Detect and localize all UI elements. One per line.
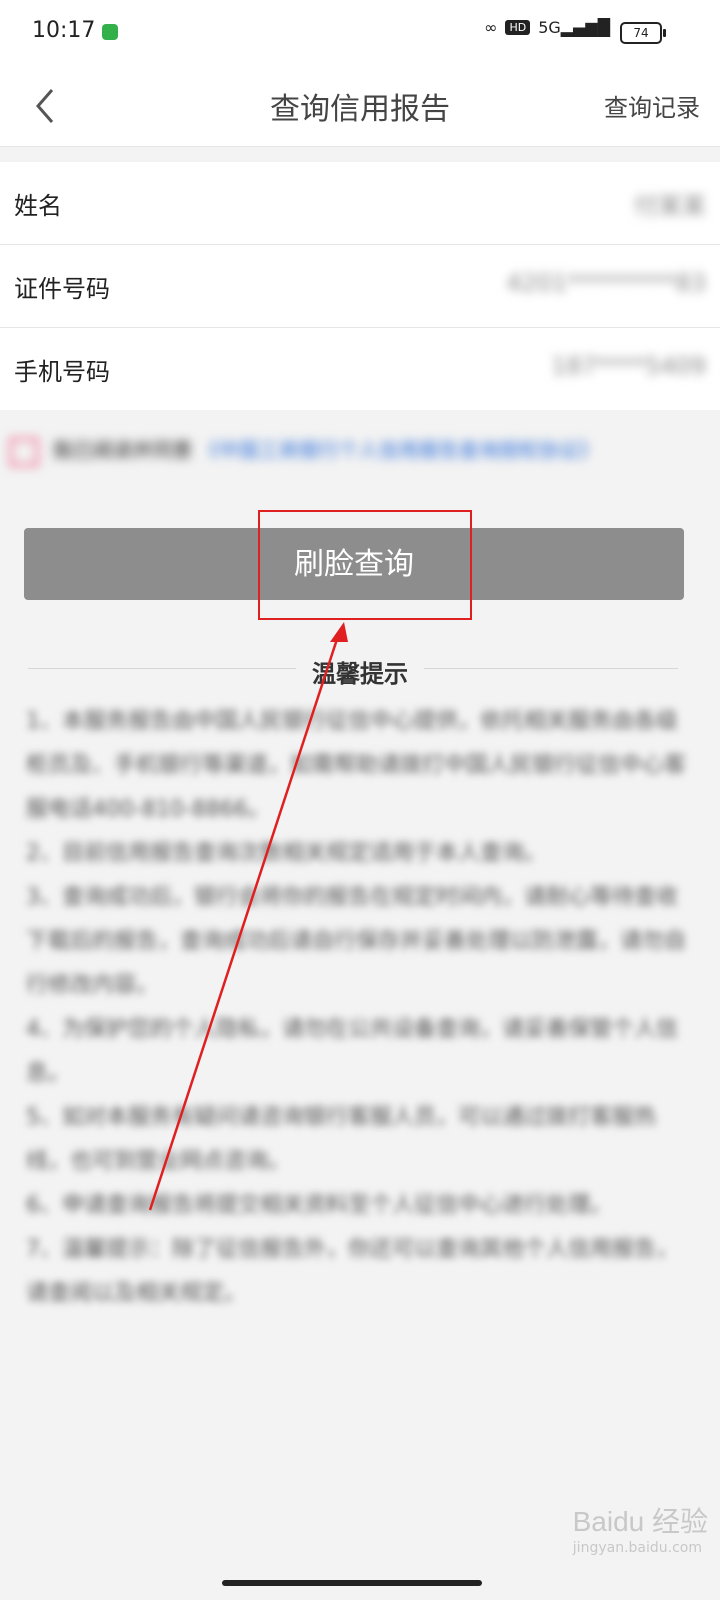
agreement-text: 我已阅读并同意 [52,438,193,462]
id-label: 证件号码 [14,275,110,303]
tip-item: 7、温馨提示：除了征信报告外，你还可以查询其他个人信用报告，请查阅以及相关规定。 [26,1237,678,1306]
tip-item: 4、为保护您的个人隐私，请勿在公共设备查询，请妥善保管个人信息。 [26,1017,678,1086]
user-info-form: 姓名 付某某 证件号码 4201*********83 手机号码 187****… [0,162,720,410]
highlight-box [258,510,472,620]
baidu-watermark-url: jingyan.baidu.com [572,1540,702,1556]
tip-item: 2、目前信用报告查询次数相关规定适用于本人查询。 [26,841,546,866]
battery-icon: 74 [620,22,666,44]
nav-bar: 查询信用报告 查询记录 [0,66,720,147]
link-icon: ∞ [484,18,498,37]
name-value: 付某某 [634,192,706,220]
name-label: 姓名 [14,192,62,220]
hd-icon: HD [505,20,531,35]
home-indicator[interactable] [222,1580,482,1586]
tip-item: 5、如对本服务有疑问请咨询银行客服人员，可以通过拨打客服热线，也可到营业网点咨询… [26,1105,656,1174]
tip-item: 3、查询成功后，银行会将你的报告在规定时间内，请耐心等待查收下载后的报告，查询成… [26,885,687,998]
baidu-watermark: Baidu 经验 [572,1506,708,1537]
id-value: 4201*********83 [506,269,706,297]
tips-title: 温馨提示 [296,660,424,688]
tips-list: 1、本服务报告由中国人民银行征信中心提供，依托相关服务由各级柜员及、手机银行等渠… [26,700,686,1316]
agreement-checkbox[interactable] [10,437,38,466]
phone-row: 手机号码 187****5409 [0,328,720,410]
agreement-link[interactable]: 《中国工商银行个人信用报告查询授权协议》 [199,438,599,462]
status-bar: 10:17 ∞ HD 5G▂▄▆█ 74 [0,0,720,66]
phone-label: 手机号码 [14,358,110,386]
tip-item: 1、本服务报告由中国人民银行征信中心提供，依托相关服务由各级柜员及、手机银行等渠… [26,709,687,822]
tip-item: 6、申请查询报告将提交相关资料至个人征信中心进行处理。 [26,1193,612,1218]
query-record-link[interactable]: 查询记录 [604,88,700,123]
status-icons: ∞ HD 5G▂▄▆█ [484,18,610,37]
app-notification-icon [102,24,118,40]
network-type: 5G [538,18,561,37]
agreement-row: 我已阅读并同意 《中国工商银行个人信用报告查询授权协议》 [10,432,710,468]
name-row: 姓名 付某某 [0,162,720,245]
tips-title-wrap: 温馨提示 [0,654,720,689]
id-row: 证件号码 4201*********83 [0,245,720,328]
signal-icon: 5G▂▄▆█ [538,18,610,37]
status-time: 10:17 [32,18,96,43]
phone-value: 187****5409 [551,352,706,380]
